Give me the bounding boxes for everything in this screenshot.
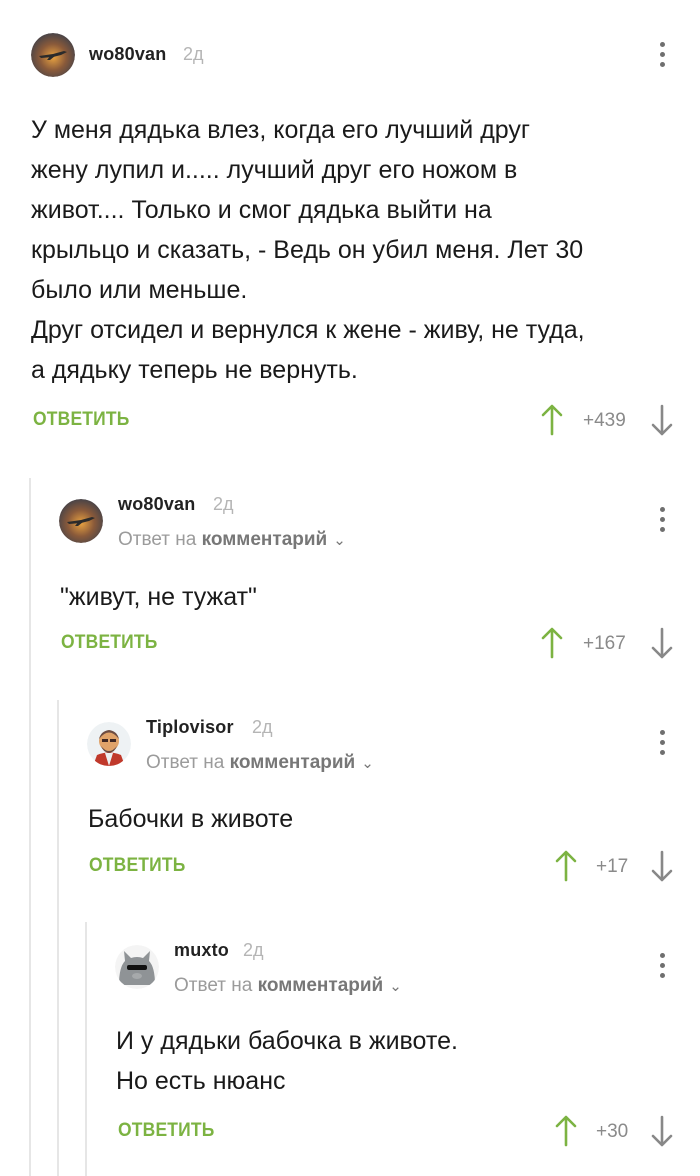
thread-line	[85, 922, 87, 1176]
reply-to-prefix: Ответ на	[174, 975, 253, 996]
reply-button[interactable]: ОТВЕТИТЬ	[33, 409, 130, 431]
comment-text: У меня дядька влез, когда его лучший дру…	[31, 110, 585, 390]
comment-text-line: а дядьку теперь не вернуть.	[31, 356, 358, 384]
rating-counter: +17	[596, 856, 629, 877]
more-vertical-icon[interactable]	[657, 507, 667, 532]
arrow-up-icon[interactable]	[541, 627, 563, 664]
reply-button[interactable]: ОТВЕТИТЬ	[61, 632, 158, 654]
comment-text-line: Но есть нюанс	[116, 1067, 286, 1095]
comment-text-line: жену лупил и..... лучший друг его ножом …	[31, 156, 518, 184]
more-vertical-icon[interactable]	[657, 42, 667, 67]
arrow-up-icon[interactable]	[541, 404, 563, 441]
author-name[interactable]: wo80van	[118, 494, 195, 515]
comment-text-line: И у дядьки бабочка в животе.	[116, 1027, 458, 1055]
comment-text-line: крыльцо и сказать, - Ведь он убил меня. …	[31, 236, 584, 264]
rating-counter: +30	[596, 1121, 629, 1142]
arrow-down-icon[interactable]	[651, 850, 673, 887]
comment-text-line: У меня дядька влез, когда его лучший дру…	[31, 116, 531, 144]
author-name[interactable]: wo80van	[89, 44, 166, 65]
comment-text-line: Друг отсидел и вернулся к жене - живу, н…	[31, 316, 585, 344]
arrow-down-icon[interactable]	[651, 627, 673, 664]
comment-text-line: Бабочки в животе	[88, 805, 294, 833]
comment-text: Бабочки в животе	[88, 799, 293, 839]
reply-to-link[interactable]: Ответ на комментарий ⌄	[174, 975, 402, 997]
reply-to-target[interactable]: комментарий	[202, 529, 328, 550]
arrow-down-icon[interactable]	[651, 1115, 673, 1152]
avatar[interactable]	[31, 33, 75, 77]
comment-text-line: было или меньше.	[31, 276, 248, 304]
thread-line	[57, 700, 59, 1176]
reply-to-link[interactable]: Ответ на комментарий ⌄	[118, 529, 346, 551]
reply-to-prefix: Ответ на	[118, 529, 197, 550]
more-vertical-icon[interactable]	[657, 953, 667, 978]
chevron-down-icon[interactable]: ⌄	[333, 531, 346, 549]
comment-text: "живут, не тужат"	[60, 577, 257, 617]
reply-to-target[interactable]: комментарий	[258, 975, 384, 996]
reply-to-link[interactable]: Ответ на комментарий ⌄	[146, 752, 374, 774]
avatar[interactable]	[115, 945, 159, 989]
comment-time: 2д	[213, 494, 234, 514]
comment-time: 2д	[183, 44, 204, 64]
author-name[interactable]: muxto	[174, 940, 229, 961]
arrow-down-icon[interactable]	[651, 404, 673, 441]
avatar[interactable]	[87, 722, 131, 766]
arrow-up-icon[interactable]	[555, 1115, 577, 1152]
comment-time: 2д	[243, 940, 264, 960]
more-vertical-icon[interactable]	[657, 730, 667, 755]
rating-counter: +167	[583, 633, 626, 654]
rating-counter: +439	[583, 410, 626, 431]
reply-to-prefix: Ответ на	[146, 752, 225, 773]
reply-button[interactable]: ОТВЕТИТЬ	[118, 1120, 215, 1142]
thread-line	[29, 478, 31, 1176]
comment-text-line: "живут, не тужат"	[60, 583, 257, 611]
chevron-down-icon[interactable]: ⌄	[361, 754, 374, 772]
comment-text: И у дядьки бабочка в животе. Но есть нюа…	[116, 1021, 458, 1101]
reply-to-target[interactable]: комментарий	[230, 752, 356, 773]
arrow-up-icon[interactable]	[555, 850, 577, 887]
chevron-down-icon[interactable]: ⌄	[389, 977, 402, 995]
author-name[interactable]: Tiplovisor	[146, 717, 234, 738]
reply-button[interactable]: ОТВЕТИТЬ	[89, 855, 186, 877]
comment-text-line: живот.... Только и смог дядька выйти на	[31, 196, 492, 224]
avatar[interactable]	[59, 499, 103, 543]
comment-time: 2д	[252, 717, 273, 737]
